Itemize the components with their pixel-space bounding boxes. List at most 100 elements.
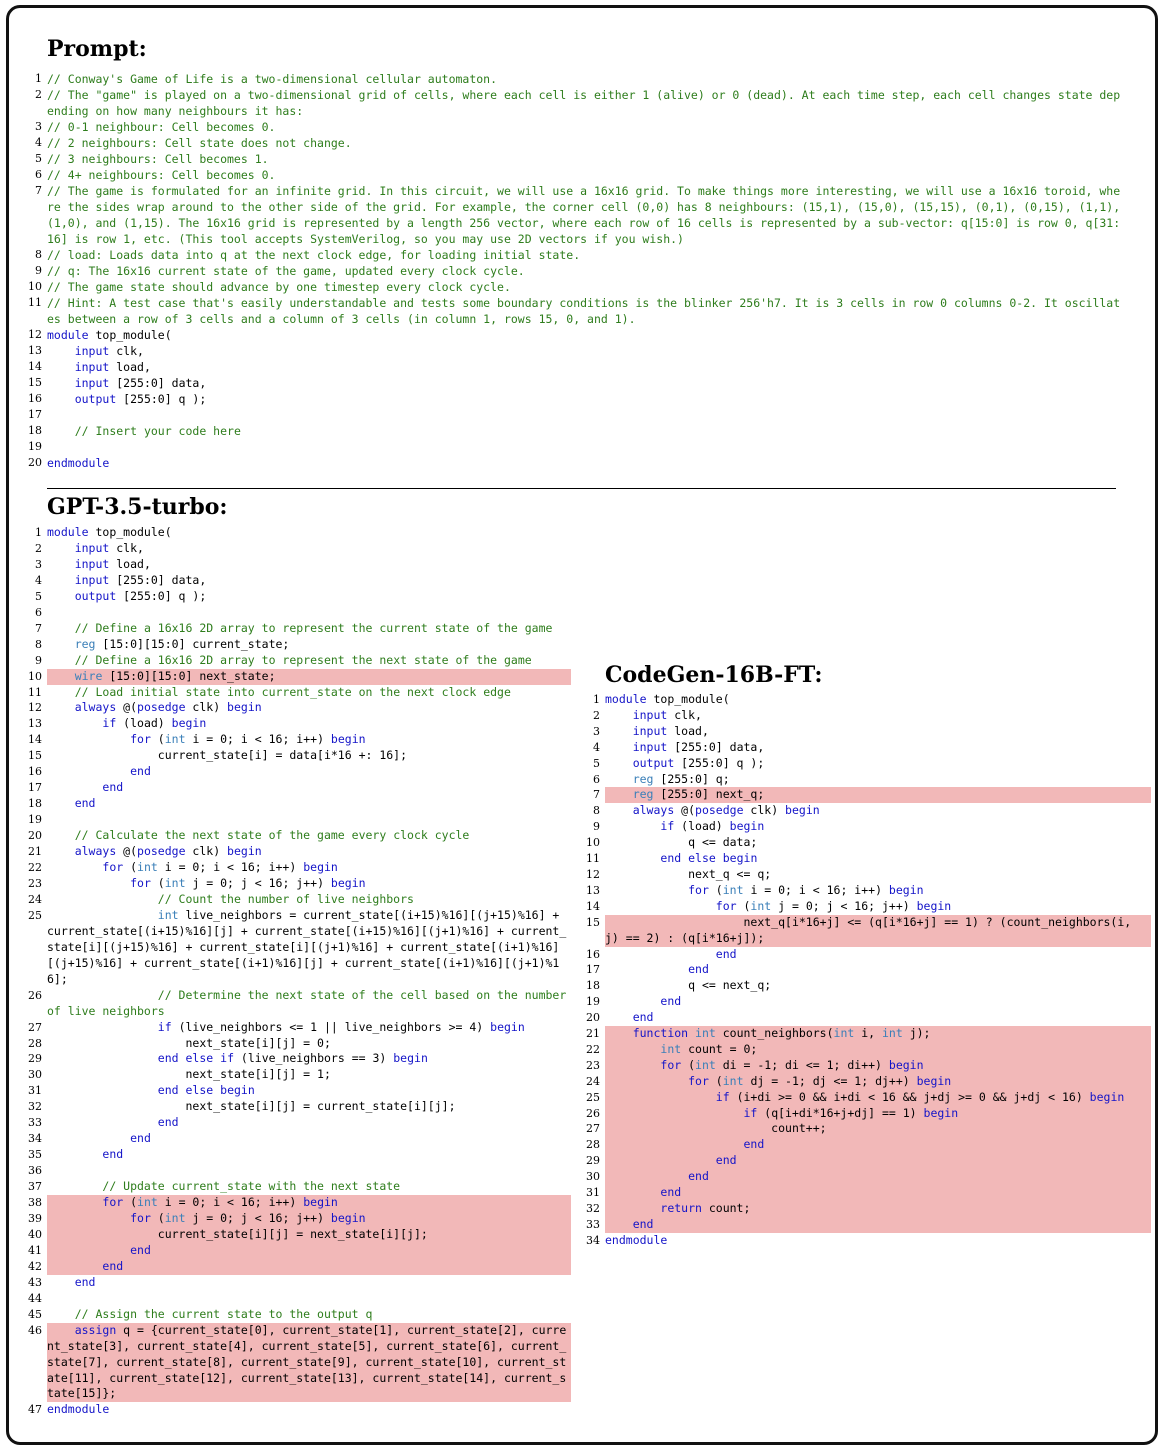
line-number: 38: [28, 1196, 42, 1210]
line-number: 1: [593, 693, 600, 706]
codegen-line: 21 function int count_neighbors(int i, i…: [580, 1026, 1151, 1042]
gpt-line: 45 // Assign the current state to the ou…: [22, 1307, 571, 1323]
codegen-line: 24 for (int dj = -1; dj <= 1; dj++) begi…: [580, 1073, 1151, 1090]
code-text: for (int i = 0; i < 16; i++) begin: [688, 882, 924, 897]
code-text: module top_module(: [47, 328, 172, 342]
line-number: 30: [28, 1068, 42, 1082]
code-text: if (live_neighbors <= 1 || live_neighbor…: [157, 1019, 525, 1034]
line-number: 32: [586, 1202, 600, 1215]
code-text: end: [74, 1274, 96, 1289]
gpt-line: 13 if (load) begin: [22, 716, 571, 732]
line-number: 20: [586, 1011, 600, 1025]
line-number: 31: [28, 1084, 42, 1098]
gpt-line: 35 end: [22, 1147, 571, 1163]
prompt-line: 14 input load,: [22, 359, 1122, 375]
line-number: 1: [35, 526, 42, 539]
line-number: 31: [586, 1186, 600, 1200]
line-number: 25: [586, 1090, 600, 1104]
code-text: if (load) begin: [660, 819, 765, 834]
code-text: input clk,: [74, 540, 144, 555]
codegen-line: 16 end: [580, 947, 1151, 963]
codegen-line: 7 reg [255:0] next_q;: [580, 787, 1151, 804]
line-number: 9: [35, 264, 42, 277]
line-number: 39: [28, 1211, 42, 1225]
line-number: 29: [586, 1154, 600, 1168]
line-number: 11: [28, 685, 42, 699]
codegen-line: 26 if (q[i+di*16+j+dj] == 1) begin: [580, 1105, 1151, 1122]
code-text: endmodule: [605, 1232, 668, 1247]
line-number: 18: [28, 424, 42, 437]
prompt-line: 9 // q: The 16x16 current state of the ga…: [22, 263, 1122, 279]
codegen-line: 5 output [255:0] q );: [580, 756, 1151, 772]
line-number: 10: [28, 280, 42, 293]
prompt-line: 7// The game is formulated for an infini…: [22, 183, 1122, 247]
line-number: 2: [35, 88, 42, 101]
prompt-line: 5 // 3 neighbours: Cell becomes 1.: [22, 151, 1122, 167]
code-text: for (int i = 0; i < 16; i++) begin: [130, 732, 366, 747]
codegen-line: 17 end: [580, 962, 1151, 978]
code-text: end else if (live_neighbors == 3) begin: [157, 1051, 428, 1066]
codegen-heading: CodeGen-16B-FT:: [605, 662, 823, 688]
highlighted-code-text: end: [47, 1242, 571, 1259]
gpt-line: 26 // Determine the next state of the ce…: [22, 988, 571, 1020]
highlighted-code-text: end: [605, 1153, 1151, 1170]
code-text: // Insert your code here: [74, 424, 241, 438]
section-divider: [47, 488, 1116, 489]
line-number: 17: [28, 781, 42, 795]
line-number: 36: [28, 1164, 42, 1178]
codegen-line: 22 int count = 0;: [580, 1041, 1151, 1058]
line-number: 27: [586, 1122, 600, 1136]
prompt-line: 6 // 4+ neighbours: Cell becomes 0.: [22, 167, 1122, 183]
line-number: 33: [28, 1116, 42, 1130]
line-number: 9: [593, 820, 600, 834]
gpt-line: 14 for (int i = 0; i < 16; i++) begin: [22, 732, 571, 748]
code-text: for (int j = 0; j < 16; j++) begin: [130, 875, 366, 890]
highlighted-code-text: end: [605, 1216, 1151, 1233]
gpt-line: 7 // Define a 16x16 2D array to represen…: [22, 621, 571, 637]
prompt-line: 2 // The "game" is played on a two-dimens…: [22, 87, 1122, 119]
gpt-code-block: 1 module top_module(2 input clk, 3 input l…: [22, 525, 571, 1418]
code-text: int live_neighbors = current_state[(i+15…: [47, 907, 567, 986]
highlighted-code-text: for (int j = 0; j < 16; j++) begin: [47, 1210, 571, 1227]
codegen-line: 20 end: [580, 1010, 1151, 1026]
line-number: 42: [28, 1259, 42, 1273]
codegen-line: 18 q <= next_q;: [580, 978, 1151, 994]
code-text: // The "game" is played on a two-dimensi…: [47, 88, 1121, 118]
line-number: 25: [28, 908, 42, 922]
gpt-line: 6: [22, 605, 571, 621]
codegen-line: 10 q <= data;: [580, 835, 1151, 851]
code-text: end: [632, 1010, 654, 1025]
gpt-line: 43 end: [22, 1275, 571, 1291]
line-number: 34: [586, 1233, 600, 1247]
codegen-line: 25 if (i+di >= 0 && i+di < 16 && j+dj >=…: [580, 1089, 1151, 1106]
code-text: next_q <= q;: [605, 866, 772, 881]
line-number: 45: [28, 1307, 42, 1321]
line-number: 7: [35, 621, 42, 635]
line-number: 12: [586, 867, 600, 881]
codegen-line: 11 end else begin: [580, 851, 1151, 867]
prompt-line: 19: [22, 439, 1122, 455]
prompt-code-block: 1 // Conway's Game of Life is a two-dimen…: [22, 71, 1122, 471]
line-number: 15: [28, 376, 42, 389]
code-text: // The game state should advance by one …: [47, 280, 511, 294]
gpt-line: 2 input clk,: [22, 541, 571, 557]
gpt-line: 37 // Update current_state with the next…: [22, 1179, 571, 1195]
code-text: output [255:0] q );: [74, 588, 207, 603]
code-text: // q: The 16x16 current state of the gam…: [47, 264, 525, 278]
gpt-line: 5 output [255:0] q );: [22, 589, 571, 605]
code-text: next_state[i][j] = current_state[i][j];: [47, 1099, 456, 1114]
codegen-line: 2 input clk,: [580, 708, 1151, 724]
line-number: 6: [593, 772, 600, 786]
line-number: 43: [28, 1275, 42, 1289]
line-number: 5: [593, 756, 600, 770]
highlighted-code-text: for (int dj = -1; dj <= 1; dj++) begin: [605, 1073, 1151, 1090]
highlighted-code-text: current_state[i][j] = next_state[i][j];: [47, 1226, 571, 1243]
code-text: input [255:0] data,: [74, 376, 207, 390]
code-text: end: [660, 994, 682, 1009]
code-text: for (int i = 0; i < 16; i++) begin: [102, 860, 338, 875]
line-number: 22: [28, 861, 42, 875]
code-text: input clk,: [74, 344, 144, 358]
line-number: 35: [28, 1148, 42, 1162]
